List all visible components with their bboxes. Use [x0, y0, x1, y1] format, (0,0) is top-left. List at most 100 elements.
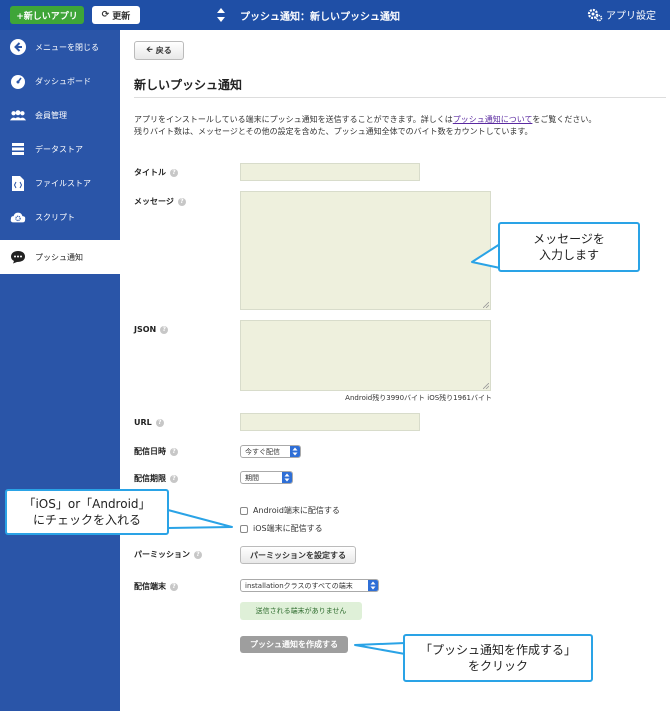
json-label-text: JSON	[134, 325, 157, 334]
sidebar-item-label: ファイルストア	[35, 178, 91, 188]
delivery-time-label-text: 配信日時	[134, 447, 166, 456]
page-title: 新しいプッシュ通知	[134, 78, 243, 92]
checkbox-callout-line1: 「iOS」or「Android」	[23, 497, 151, 511]
checkbox-callout-line2: にチェックを入れる	[32, 513, 141, 527]
delivery-target-label: 配信端末 ?	[134, 581, 178, 592]
top-bar: +新しいアプリ ⟳ 更新 プッシュ通知：新しいプッシュ通知 アプリ設定	[0, 0, 670, 30]
title-label: タイトル ?	[134, 167, 178, 178]
delivery-period-value: 期間	[245, 473, 259, 482]
url-label: URL ?	[134, 418, 164, 427]
delivery-target-value: installationクラスのすべての端末	[245, 581, 353, 590]
sidebar-item-label: 会員管理	[35, 110, 67, 120]
message-label: メッセージ ?	[134, 196, 186, 207]
refresh-button[interactable]: ⟳ 更新	[92, 6, 140, 24]
database-icon	[10, 141, 26, 157]
sidebar: メニューを閉じる ダッシュボード 会員管理 データストア ファイルストア スクリ…	[0, 30, 120, 711]
message-label-text: メッセージ	[134, 197, 174, 206]
chevron-updown-icon	[368, 580, 378, 591]
back-label: 戻る	[155, 46, 172, 55]
sidebar-item-label: ダッシュボード	[35, 76, 91, 86]
chevron-updown-icon	[290, 446, 300, 457]
create-push-button[interactable]: プッシュ通知を作成する	[240, 636, 348, 653]
sidebar-item-label: スクリプト	[35, 212, 75, 222]
sidebar-item-members[interactable]: 会員管理	[0, 98, 120, 132]
app-switch-icon[interactable]	[216, 7, 226, 23]
resize-handle-icon[interactable]	[483, 383, 489, 389]
url-input[interactable]	[240, 413, 420, 431]
page-description: アプリをインストールしている端末にプッシュ通知を送信することができます。詳しくは…	[134, 114, 664, 138]
desc-suffix: をご覧ください。	[532, 115, 597, 124]
message-callout-line2: 入力します	[538, 248, 599, 262]
ios-checkbox-label: iOS端末に配信する	[253, 524, 323, 533]
sidebar-item-close-menu[interactable]: メニューを閉じる	[0, 30, 120, 64]
chevron-updown-icon	[282, 472, 292, 483]
app-settings-label: アプリ設定	[606, 11, 656, 22]
url-label-text: URL	[134, 418, 152, 427]
arrow-left-icon	[10, 39, 26, 55]
json-label: JSON ?	[134, 325, 169, 334]
push-help-link[interactable]: プッシュ通知について	[453, 115, 533, 124]
create-callout-line2: をクリック	[467, 659, 528, 673]
message-callout-line1: メッセージを	[533, 232, 605, 246]
refresh-icon: ⟳	[101, 10, 110, 20]
help-icon[interactable]: ?	[177, 197, 186, 206]
sidebar-item-push[interactable]: プッシュ通知	[0, 240, 120, 274]
refresh-label: 更新	[112, 11, 131, 22]
delivery-period-select[interactable]: 期間	[240, 471, 293, 484]
sidebar-item-label: データストア	[35, 144, 83, 154]
sidebar-item-label: プッシュ通知	[35, 252, 83, 262]
app-settings-button[interactable]: アプリ設定	[587, 7, 656, 22]
permission-label-text: パーミッション	[134, 550, 190, 559]
delivery-period-label-text: 配信期限	[134, 474, 166, 483]
help-icon[interactable]: ?	[170, 168, 178, 177]
android-checkbox-row[interactable]: Android端末に配信する	[240, 505, 340, 516]
help-icon[interactable]: ?	[170, 447, 178, 456]
sidebar-item-script[interactable]: スクリプト	[0, 200, 120, 234]
title-divider	[134, 97, 666, 98]
no-devices-notice: 送信される端末がありません	[240, 602, 362, 620]
chat-bubble-icon	[10, 249, 26, 265]
cloud-gear-icon	[10, 209, 26, 225]
android-checkbox-label: Android端末に配信する	[253, 506, 340, 515]
resize-handle-icon[interactable]	[483, 302, 489, 308]
help-icon[interactable]: ?	[194, 550, 202, 559]
delivery-target-label-text: 配信端末	[134, 582, 166, 591]
android-checkbox[interactable]	[240, 506, 248, 515]
create-callout-pointer	[354, 642, 406, 655]
message-textarea[interactable]	[240, 191, 491, 310]
desc-prefix: アプリをインストールしている端末にプッシュ通知を送信することができます。詳しくは	[134, 115, 453, 124]
breadcrumb: プッシュ通知：新しいプッシュ通知	[240, 12, 400, 23]
users-icon	[10, 107, 26, 123]
delivery-target-select[interactable]: installationクラスのすべての端末	[240, 579, 379, 592]
permission-label: パーミッション ?	[134, 549, 202, 560]
sidebar-item-datastore[interactable]: データストア	[0, 132, 120, 166]
delivery-time-value: 今すぐ配信	[245, 447, 280, 456]
back-arrow-icon: 🡨	[146, 44, 153, 54]
file-icon	[10, 175, 26, 191]
help-icon[interactable]: ?	[170, 582, 178, 591]
title-input[interactable]	[240, 163, 420, 181]
byte-counter: Android残り3990バイト iOS残り1961バイト	[345, 394, 492, 402]
dashboard-icon	[10, 73, 26, 89]
help-icon[interactable]: ?	[155, 418, 164, 427]
set-permission-button[interactable]: パーミッションを設定する	[240, 546, 356, 564]
delivery-time-select[interactable]: 今すぐ配信	[240, 445, 301, 458]
message-callout: メッセージを 入力します	[498, 222, 640, 272]
ios-checkbox[interactable]	[240, 524, 248, 533]
back-button[interactable]: 🡨 戻る	[134, 41, 184, 60]
delivery-time-label: 配信日時 ?	[134, 446, 178, 457]
help-icon[interactable]: ?	[160, 325, 169, 334]
sidebar-item-dashboard[interactable]: ダッシュボード	[0, 64, 120, 98]
json-textarea[interactable]	[240, 320, 491, 391]
checkbox-callout: 「iOS」or「Android」 にチェックを入れる	[5, 489, 169, 535]
sidebar-item-filestore[interactable]: ファイルストア	[0, 166, 120, 200]
create-callout: 「プッシュ通知を作成する」 をクリック	[403, 634, 593, 682]
title-label-text: タイトル	[134, 168, 166, 177]
create-callout-line1: 「プッシュ通知を作成する」	[419, 643, 576, 657]
desc-line2: 残りバイト数は、メッセージとその他の設定を含めた、プッシュ通知全体でのバイト数を…	[134, 127, 533, 136]
delivery-period-label: 配信期限 ?	[134, 473, 178, 484]
new-app-button[interactable]: +新しいアプリ	[10, 6, 84, 24]
ios-checkbox-row[interactable]: iOS端末に配信する	[240, 523, 323, 534]
checkbox-callout-pointer	[167, 509, 233, 529]
help-icon[interactable]: ?	[170, 474, 178, 483]
